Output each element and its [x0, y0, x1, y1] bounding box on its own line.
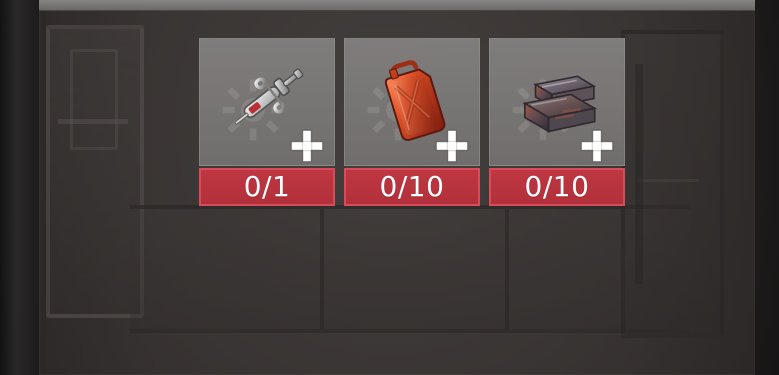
plus-icon[interactable] [433, 127, 471, 165]
item-tile[interactable] [344, 38, 480, 166]
count-text: 0/10 [524, 170, 590, 203]
count-badge: 0/1 [199, 168, 335, 206]
plus-icon[interactable] [288, 127, 326, 165]
slot-syringe[interactable]: 0/1 [199, 38, 335, 206]
plus-icon[interactable] [578, 127, 616, 165]
game-screen: 0/1 0/10 0/10 [0, 0, 779, 375]
slot-fuel-canister[interactable]: 0/10 [344, 38, 480, 206]
count-badge: 0/10 [489, 168, 625, 206]
count-text: 0/1 [243, 170, 291, 203]
item-tile[interactable] [489, 38, 625, 166]
slot-metal-ingot[interactable]: 0/10 [489, 38, 625, 206]
item-tile[interactable] [199, 38, 335, 166]
count-text: 0/10 [379, 170, 445, 203]
count-badge: 0/10 [344, 168, 480, 206]
